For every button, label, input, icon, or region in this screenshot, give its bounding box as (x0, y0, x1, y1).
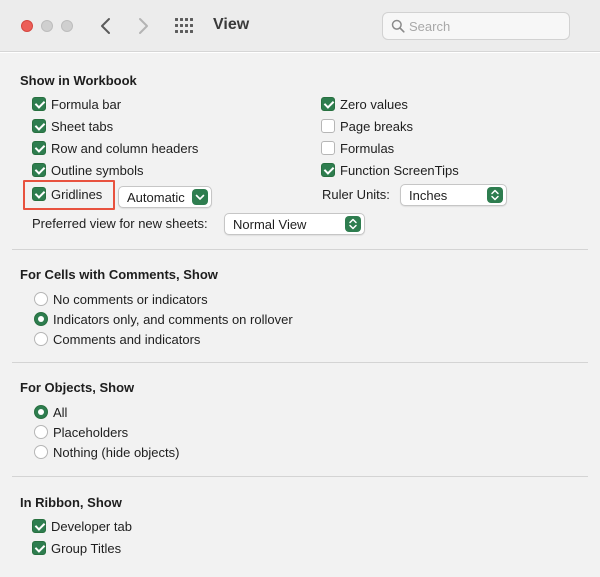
search-input[interactable] (409, 16, 559, 36)
gridlines-checkbox[interactable]: Gridlines (32, 184, 102, 204)
checkbox-label: Developer tab (51, 518, 132, 534)
checkbox-checked-icon (32, 541, 46, 555)
popup-value: Automatic (127, 190, 185, 205)
section-heading-comments: For Cells with Comments, Show (20, 267, 218, 282)
checkbox-checked-icon (321, 97, 335, 111)
gridline-color-popup[interactable]: Automatic (118, 186, 212, 208)
checkbox-checked-icon (321, 163, 335, 177)
checkbox-label: Formula bar (51, 96, 122, 112)
radio-unselected-icon (34, 445, 48, 459)
checkbox-checked-icon (32, 187, 46, 201)
checkbox-unchecked-icon (321, 141, 335, 155)
checkbox-label: Function ScreenTips (340, 162, 459, 178)
radio-unselected-icon (34, 332, 48, 346)
checkbox-checked-icon (32, 163, 46, 177)
radio-comments-and-indicators[interactable]: Comments and indicators (34, 329, 200, 349)
radio-objects-nothing[interactable]: Nothing (hide objects) (34, 442, 179, 462)
radio-label: Nothing (hide objects) (53, 444, 180, 460)
radio-selected-icon (34, 405, 48, 419)
show-all-grid-icon[interactable] (175, 18, 193, 33)
developer-tab-checkbox[interactable]: Developer tab (32, 516, 132, 536)
checkbox-label: Formulas (340, 140, 395, 156)
section-divider (12, 249, 588, 250)
outline-symbols-checkbox[interactable]: Outline symbols (32, 160, 143, 180)
checkbox-label: Sheet tabs (51, 118, 114, 134)
section-heading-ribbon: In Ribbon, Show (20, 495, 122, 510)
radio-objects-placeholders[interactable]: Placeholders (34, 422, 128, 442)
preferred-view-label: Preferred view for new sheets: (32, 216, 208, 231)
checkbox-label: Zero values (340, 96, 408, 112)
ruler-units-label: Ruler Units: (322, 187, 390, 202)
page-breaks-checkbox[interactable]: Page breaks (321, 116, 413, 136)
preferred-view-popup[interactable]: Normal View (224, 213, 365, 235)
search-box[interactable] (382, 12, 570, 40)
checkbox-label: Row and column headers (51, 140, 199, 156)
radio-objects-all[interactable]: All (34, 402, 67, 422)
chevron-updown-icon (345, 216, 361, 232)
checkbox-label: Group Titles (51, 540, 122, 556)
formulas-checkbox[interactable]: Formulas (321, 138, 394, 158)
formula-bar-checkbox[interactable]: Formula bar (32, 94, 121, 114)
section-divider (12, 362, 588, 363)
section-heading-objects: For Objects, Show (20, 380, 135, 395)
chevron-down-icon (192, 189, 208, 205)
radio-unselected-icon (34, 425, 48, 439)
radio-label: Comments and indicators (53, 331, 201, 347)
search-icon (391, 19, 405, 33)
radio-label: Placeholders (53, 424, 129, 440)
minimize-window-button[interactable] (41, 20, 53, 32)
close-window-button[interactable] (21, 20, 33, 32)
section-heading-workbook: Show in Workbook (20, 73, 137, 88)
checkbox-checked-icon (32, 519, 46, 533)
back-button[interactable] (94, 14, 118, 38)
title-bar: View (0, 0, 600, 52)
radio-label: No comments or indicators (53, 291, 208, 307)
row-column-headers-checkbox[interactable]: Row and column headers (32, 138, 198, 158)
radio-indicators-only[interactable]: Indicators only, and comments on rollove… (34, 309, 293, 329)
zoom-window-button[interactable] (61, 20, 73, 32)
chevron-right-icon (139, 18, 148, 34)
radio-label: All (53, 404, 68, 420)
radio-unselected-icon (34, 292, 48, 306)
sheet-tabs-checkbox[interactable]: Sheet tabs (32, 116, 113, 136)
window-title: View (213, 16, 250, 33)
chevron-left-icon (101, 18, 110, 34)
checkbox-unchecked-icon (321, 119, 335, 133)
checkbox-checked-icon (32, 141, 46, 155)
section-divider (12, 476, 588, 477)
forward-button[interactable] (131, 14, 155, 38)
checkbox-label: Outline symbols (51, 162, 144, 178)
radio-selected-icon (34, 312, 48, 326)
checkbox-checked-icon (32, 97, 46, 111)
radio-no-comments[interactable]: No comments or indicators (34, 289, 208, 309)
chevron-updown-icon (487, 187, 503, 203)
checkbox-label: Gridlines (51, 186, 103, 202)
popup-value: Inches (409, 188, 448, 203)
radio-label: Indicators only, and comments on rollove… (53, 311, 293, 327)
checkbox-label: Page breaks (340, 118, 413, 134)
function-screentips-checkbox[interactable]: Function ScreenTips (321, 160, 459, 180)
checkbox-checked-icon (32, 119, 46, 133)
popup-value: Normal View (233, 217, 307, 232)
zero-values-checkbox[interactable]: Zero values (321, 94, 408, 114)
ruler-units-popup[interactable]: Inches (400, 184, 507, 206)
group-titles-checkbox[interactable]: Group Titles (32, 538, 121, 558)
preferences-pane: Show in Workbook Formula bar Sheet tabs … (0, 53, 600, 577)
